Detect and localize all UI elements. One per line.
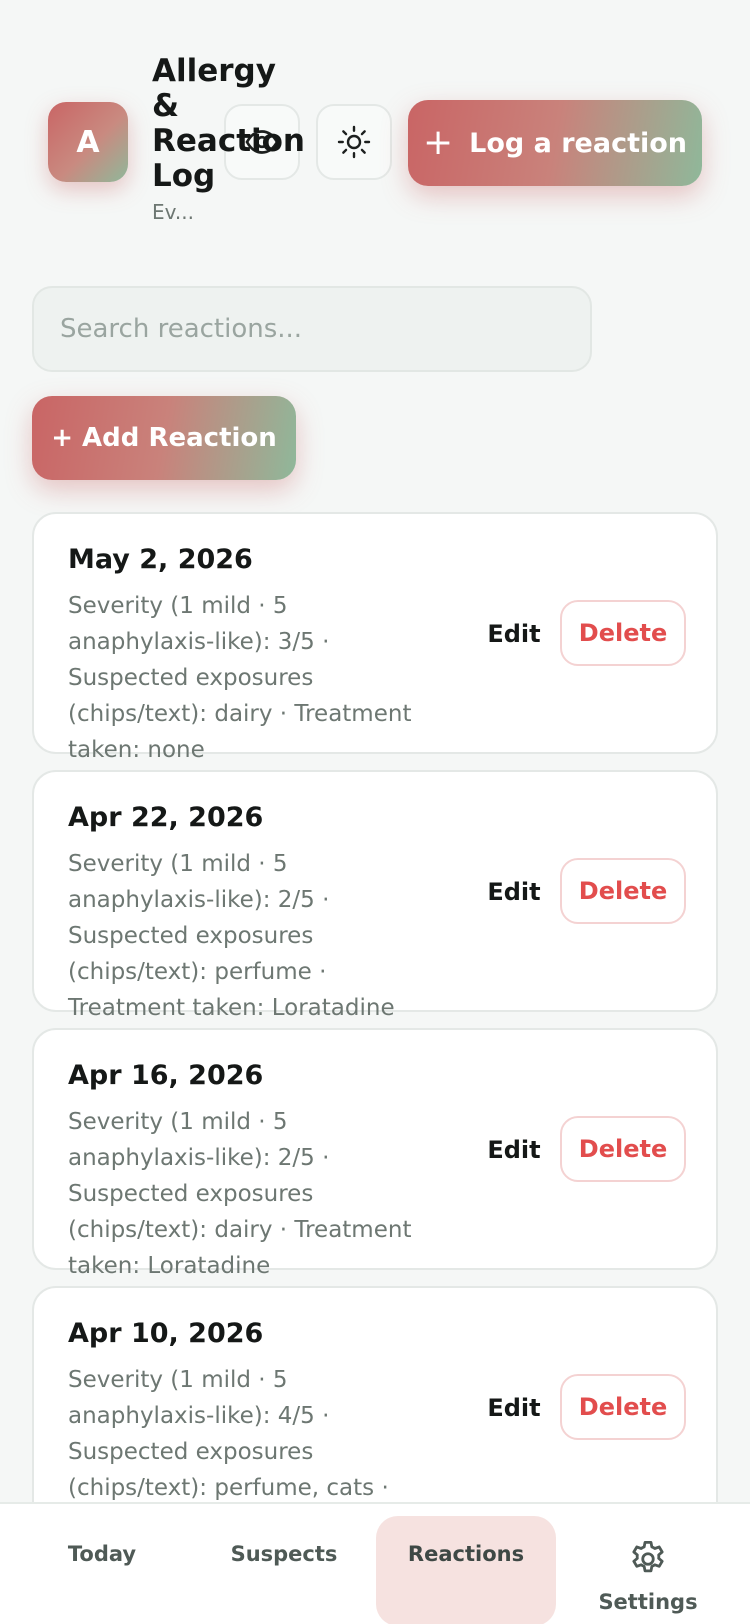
reaction-description: Severity (1 mild · 5 anaphylaxis-like): … [68,1367,389,1501]
sun-icon [337,125,371,159]
avatar[interactable]: A [48,102,128,182]
reaction-list: May 2, 2026 Severity (1 mild · 5 anaphyl… [32,512,718,1502]
tab-label: Settings [598,1590,698,1614]
add-reaction-button[interactable]: + Add Reaction [32,396,296,480]
edit-button[interactable]: Edit [474,1118,554,1182]
search-field[interactable] [32,286,592,372]
tab-settings[interactable]: Settings [558,1516,738,1624]
tab-suspects[interactable]: Suspects [194,1516,374,1624]
theme-toggle-button[interactable] [316,104,392,180]
edit-button[interactable]: Edit [474,860,554,924]
log-reaction-button[interactable]: + Log a reaction [408,100,702,186]
reaction-card: Apr 22, 2026 Severity (1 mild · 5 anaphy… [32,770,718,1021]
plus-icon: + [422,122,454,163]
delete-button[interactable]: Delete [560,858,686,924]
edit-button[interactable]: Edit [474,602,554,666]
reaction-description: Severity (1 mild · 5 anaphylaxis-like): … [68,593,412,763]
tab-today[interactable]: Today [12,1516,192,1624]
delete-button[interactable]: Delete [560,600,686,666]
app-subtitle: Ev... [152,200,194,224]
delete-button[interactable]: Delete [560,1116,686,1182]
search-input[interactable] [60,314,590,344]
delete-button[interactable]: Delete [560,1374,686,1440]
reaction-date: May 2, 2026 [68,544,253,575]
app-title: Allergy & Reaction Log [152,53,306,194]
tab-label: Today [67,1542,137,1566]
reaction-date: Apr 16, 2026 [68,1060,264,1091]
bottom-nav: Today Suspects Reactions Settings [0,1502,750,1624]
app-header: A Allergy & Reaction Log Ev... + Log a r… [0,0,750,250]
tab-reactions[interactable]: Reactions [376,1516,556,1624]
reaction-card: Apr 16, 2026 Severity (1 mild · 5 anaphy… [32,1028,718,1279]
reaction-card: May 2, 2026 Severity (1 mild · 5 anaphyl… [32,512,718,763]
reaction-card: Apr 10, 2026 Severity (1 mild · 5 anaphy… [32,1286,718,1502]
log-reaction-label: Log a reaction [469,127,688,159]
gear-icon [632,1540,664,1573]
tab-label: Reactions [407,1542,525,1566]
reaction-description: Severity (1 mild · 5 anaphylaxis-like): … [68,851,395,1021]
reaction-date: Apr 10, 2026 [68,1318,264,1349]
edit-button[interactable]: Edit [474,1376,554,1440]
tab-label: Suspects [230,1542,338,1566]
reaction-date: Apr 22, 2026 [68,802,264,833]
reaction-description: Severity (1 mild · 5 anaphylaxis-like): … [68,1109,412,1279]
